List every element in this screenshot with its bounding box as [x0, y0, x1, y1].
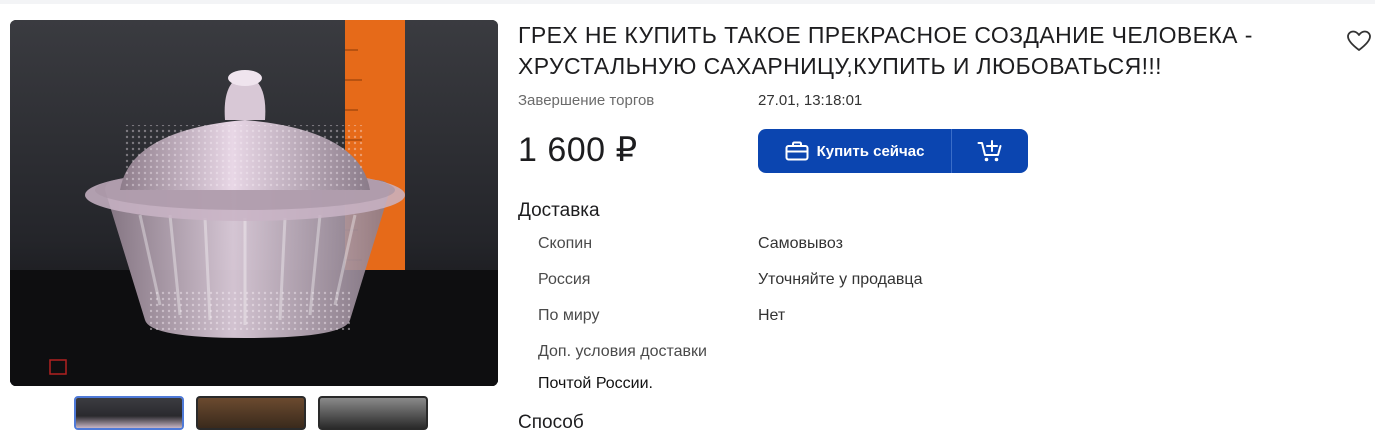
- thumbnail-2[interactable]: [196, 396, 306, 430]
- delivery-row-value: Нет: [758, 307, 786, 324]
- thumbnail-1[interactable]: [74, 396, 184, 430]
- cart-add-icon: [977, 140, 1002, 162]
- thumbnail-3[interactable]: [318, 396, 428, 430]
- sugar-bowl-illustration: [10, 20, 498, 386]
- delivery-row-value: Уточняйте у продавца: [758, 271, 923, 288]
- delivery-section-title: Доставка: [518, 200, 600, 221]
- heart-outline-icon: [1347, 30, 1371, 51]
- price: 1 600 ₽: [518, 131, 638, 169]
- next-section-title: Способ: [518, 412, 584, 433]
- product-title: ГРЕХ НЕ КУПИТЬ ТАКОЕ ПРЕКРАСНОЕ СОЗДАНИЕ…: [518, 22, 1253, 79]
- delivery-row-label: По миру: [538, 307, 600, 324]
- thumbnail-strip: [74, 396, 428, 430]
- delivery-row-value: Самовывоз: [758, 235, 843, 252]
- delivery-extra-note: Почтой России.: [538, 375, 653, 392]
- delivery-row-label: Доп. условия доставки: [538, 343, 707, 360]
- product-main-photo[interactable]: [10, 20, 498, 386]
- briefcase-icon: [785, 141, 809, 161]
- favorite-button[interactable]: [1346, 28, 1372, 54]
- delivery-row-label: Россия: [538, 271, 591, 288]
- buy-now-label: Купить сейчас: [816, 142, 925, 160]
- add-to-cart-button[interactable]: [952, 129, 1028, 173]
- top-divider: [0, 0, 1375, 4]
- auction-end-label: Завершение торгов: [518, 92, 655, 109]
- delivery-row-label: Скопин: [538, 235, 593, 252]
- buy-button-group: Купить сейчас: [758, 129, 1028, 173]
- buy-now-button[interactable]: Купить сейчас: [758, 129, 952, 173]
- auction-end-value: 27.01, 13:18:01: [758, 92, 863, 109]
